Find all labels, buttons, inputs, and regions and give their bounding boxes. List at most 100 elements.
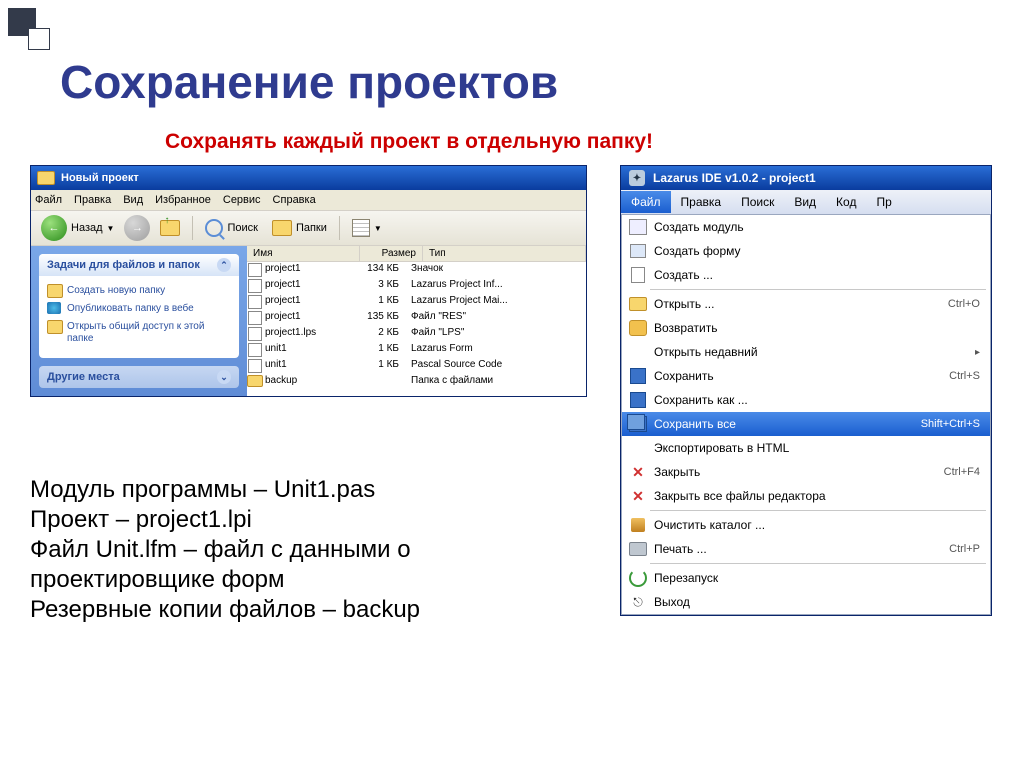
slide-title: Сохранение проектов	[60, 55, 558, 109]
menu-item[interactable]: Открыть ...Ctrl+O	[622, 292, 990, 316]
file-list: Имя Размер Тип project1134 КБЗначокproje…	[247, 246, 586, 396]
search-button[interactable]: Поиск	[201, 217, 261, 239]
file-name: backup	[263, 375, 349, 387]
menu-shortcut: Shift+Ctrl+S	[911, 418, 980, 430]
task-share[interactable]: Открыть общий доступ к этой папке	[47, 318, 231, 348]
menu-item[interactable]: ⎋Выход	[622, 590, 990, 614]
file-size: 1 КБ	[349, 295, 405, 309]
task-new-folder[interactable]: Создать новую папку	[47, 282, 231, 300]
file-icon	[247, 343, 263, 357]
menu-item[interactable]: Перезапуск	[622, 566, 990, 590]
file-type: Папка с файлами	[405, 375, 586, 387]
file-name: project1	[263, 263, 349, 277]
menu-shortcut: Ctrl+P	[939, 543, 980, 555]
menu-tools[interactable]: Сервис	[223, 194, 261, 206]
menu-item[interactable]: Печать ...Ctrl+P	[622, 537, 990, 561]
globe-icon	[47, 302, 61, 314]
menu-help[interactable]: Справка	[273, 194, 316, 206]
file-name: project1	[263, 311, 349, 325]
menu-item[interactable]: ✕ЗакрытьCtrl+F4	[622, 460, 990, 484]
file-size	[349, 375, 405, 387]
menu-edit[interactable]: Правка	[671, 191, 732, 213]
close-icon: ✕	[626, 464, 650, 481]
views-button[interactable]: ▼	[348, 217, 386, 239]
menu-search[interactable]: Поиск	[731, 191, 784, 213]
menu-more[interactable]: Пр	[866, 191, 901, 213]
collapse-icon[interactable]: ⌃	[217, 258, 231, 272]
file-icon	[247, 295, 263, 309]
menu-item[interactable]: Возвратить	[622, 316, 990, 340]
file-row[interactable]: unit11 КБPascal Source Code	[247, 358, 586, 374]
folder-icon	[247, 375, 263, 387]
menu-item-label: Создать модуль	[650, 220, 980, 234]
file-size: 2 КБ	[349, 327, 405, 341]
menu-item[interactable]: Очистить каталог ...	[622, 513, 990, 537]
menu-item[interactable]: Экспортировать в HTML	[622, 436, 990, 460]
up-button[interactable]: ↑	[156, 218, 184, 238]
menu-item[interactable]: Создать ...	[622, 263, 990, 287]
menu-file[interactable]: Файл	[35, 194, 62, 206]
file-row[interactable]: project1.lps2 КБФайл "LPS"	[247, 326, 586, 342]
col-type[interactable]: Тип	[423, 246, 586, 261]
saveall-icon	[626, 416, 650, 432]
menu-separator	[650, 510, 986, 511]
file-list-header[interactable]: Имя Размер Тип	[247, 246, 586, 262]
file-row[interactable]: project1135 КБФайл "RES"	[247, 310, 586, 326]
menu-edit[interactable]: Правка	[74, 194, 111, 206]
col-name[interactable]: Имя	[247, 246, 360, 261]
folders-button[interactable]: Папки	[268, 218, 331, 238]
lion-icon	[626, 320, 650, 336]
doc-icon	[626, 267, 650, 283]
ide-titlebar[interactable]: ✦ Lazarus IDE v1.0.2 - project1	[621, 166, 991, 190]
menu-file[interactable]: Файл	[621, 191, 671, 213]
explorer-titlebar[interactable]: Новый проект	[31, 166, 586, 190]
file-row[interactable]: project11 КБLazarus Project Mai...	[247, 294, 586, 310]
file-size: 135 КБ	[349, 311, 405, 325]
file-type: Значок	[405, 263, 586, 277]
menu-favorites[interactable]: Избранное	[155, 194, 211, 206]
menu-shortcut: Ctrl+S	[939, 370, 980, 382]
menu-shortcut: Ctrl+F4	[934, 466, 980, 478]
box-icon	[626, 219, 650, 235]
menu-item[interactable]: СохранитьCtrl+S	[622, 364, 990, 388]
forward-button[interactable]: →	[124, 215, 150, 241]
ide-menubar: Файл Правка Поиск Вид Код Пр	[621, 190, 991, 214]
menu-item[interactable]: Создать форму	[622, 239, 990, 263]
lazarus-icon: ✦	[629, 170, 645, 186]
file-dropdown: Создать модуль Создать форму Создать ... От…	[621, 214, 991, 615]
other-places[interactable]: Другие места ⌄	[39, 366, 239, 388]
menu-item-label: Открыть недавний	[650, 345, 975, 359]
file-name: unit1	[263, 343, 349, 357]
tasks-header[interactable]: Задачи для файлов и папок ⌃	[39, 254, 239, 276]
file-type: Pascal Source Code	[405, 359, 586, 373]
back-label: Назад	[71, 222, 103, 234]
menu-code[interactable]: Код	[826, 191, 866, 213]
menu-item[interactable]: Сохранить всеShift+Ctrl+S	[622, 412, 990, 436]
expand-icon[interactable]: ⌄	[217, 370, 231, 384]
menu-item[interactable]: Сохранить как ...	[622, 388, 990, 412]
menu-item-label: Создать форму	[650, 244, 980, 258]
folders-label: Папки	[296, 222, 327, 234]
file-row[interactable]: project1134 КБЗначок	[247, 262, 586, 278]
body-text: Модуль программы – Unit1.pas Проект – pr…	[30, 475, 590, 625]
explorer-toolbar: ← Назад ▼ → ↑ Поиск Папки ▼	[31, 211, 586, 246]
file-row[interactable]: unit11 КБLazarus Form	[247, 342, 586, 358]
menu-item[interactable]: ✕Закрыть все файлы редактора	[622, 484, 990, 508]
menu-view[interactable]: Вид	[784, 191, 826, 213]
file-icon	[247, 311, 263, 325]
ide-window: ✦ Lazarus IDE v1.0.2 - project1 Файл Пра…	[620, 165, 992, 616]
menu-item-label: Очистить каталог ...	[650, 518, 980, 532]
menu-item-label: Сохранить как ...	[650, 393, 980, 407]
file-row[interactable]: project13 КБLazarus Project Inf...	[247, 278, 586, 294]
menu-item[interactable]: Создать модуль	[622, 215, 990, 239]
file-row[interactable]: backup Папка с файлами	[247, 374, 586, 388]
search-icon	[205, 219, 223, 237]
menu-item-label: Возвратить	[650, 321, 980, 335]
back-button[interactable]: ← Назад ▼	[37, 213, 118, 243]
menu-view[interactable]: Вид	[123, 194, 143, 206]
col-size[interactable]: Размер	[360, 246, 423, 261]
form-icon	[626, 244, 650, 258]
task-publish[interactable]: Опубликовать папку в вебе	[47, 300, 231, 318]
file-size: 1 КБ	[349, 359, 405, 373]
menu-item[interactable]: Открыть недавний▸	[622, 340, 990, 364]
